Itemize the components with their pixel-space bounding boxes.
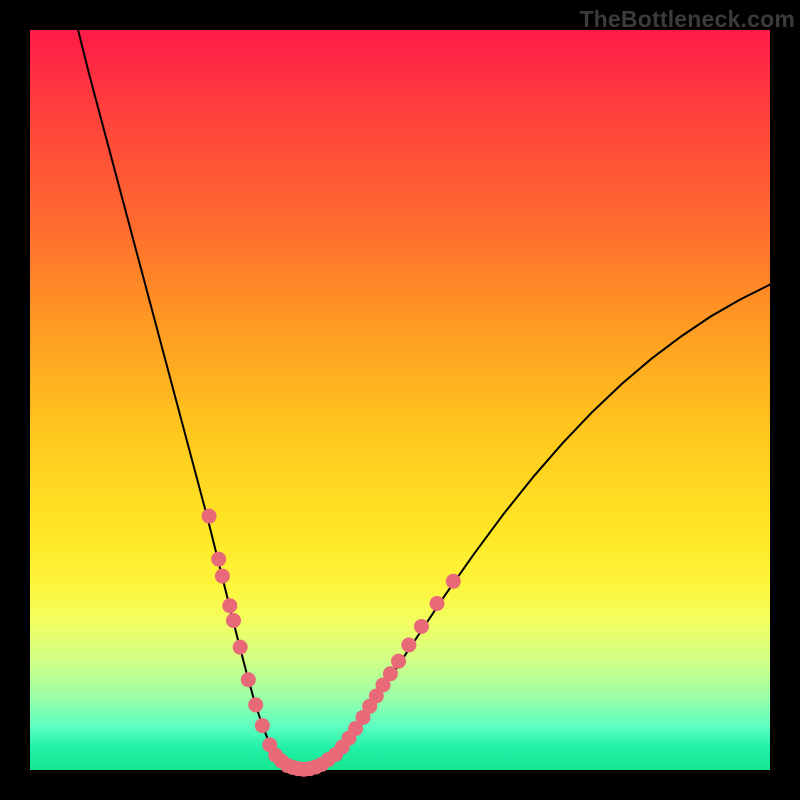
marker-dot [446,574,461,589]
curve-left-branch [78,30,304,770]
marker-dot [401,637,416,652]
marker-dot [222,598,237,613]
marker-dot [211,552,226,567]
marker-dot [383,666,398,681]
marker-dot [233,640,248,655]
marker-dot [255,718,270,733]
marker-dot [248,697,263,712]
outer-frame: TheBottleneck.com [0,0,800,800]
curve-overlay [0,0,800,800]
marker-dot [391,654,406,669]
marker-dot [241,672,256,687]
marker-dot [430,596,445,611]
marker-dot [215,569,230,584]
marker-dot [414,619,429,634]
marker-dot [226,613,241,628]
marker-dot [202,509,217,524]
